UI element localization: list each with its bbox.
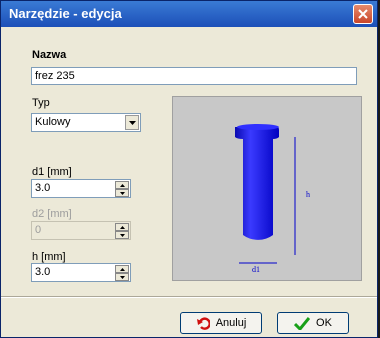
d1-input[interactable]: 3.0: [31, 179, 131, 198]
cancel-button[interactable]: Anuluj: [180, 312, 262, 334]
d2-input-value: 0: [35, 224, 42, 236]
ok-button[interactable]: OK: [277, 312, 349, 334]
close-button[interactable]: [353, 4, 373, 24]
triangle-up-icon: [119, 267, 125, 271]
tool-top: [237, 124, 279, 130]
type-select-value: Kulowy: [35, 116, 71, 128]
tool-preview-svg: h d1: [235, 124, 310, 274]
ok-label: OK: [316, 317, 332, 329]
name-input[interactable]: frez 235: [31, 67, 357, 85]
name-label: Nazwa: [32, 49, 67, 61]
spin-up-button: [115, 223, 129, 231]
title-bar[interactable]: Narzędzie - edycja: [1, 1, 377, 27]
type-label: Typ: [32, 97, 50, 109]
h-dimension-label: h: [306, 190, 310, 199]
d2-spinner: [115, 223, 129, 239]
type-select[interactable]: Kulowy: [31, 113, 141, 132]
cancel-label: Anuluj: [215, 317, 247, 329]
window-title: Narzędzie - edycja: [9, 6, 122, 21]
chevron-down-icon: [128, 120, 136, 125]
tool-shape: [235, 127, 279, 240]
d2-input: 0: [31, 221, 131, 240]
spin-down-button[interactable]: [115, 273, 129, 281]
h-input[interactable]: 3.0: [31, 263, 131, 282]
triangle-down-icon: [119, 191, 125, 195]
spin-up-button[interactable]: [115, 265, 129, 273]
d1-dimension-label: d1: [252, 265, 260, 274]
undo-icon: [196, 317, 210, 330]
name-input-value: frez 235: [35, 70, 75, 82]
spin-down-button: [115, 231, 129, 239]
dropdown-button[interactable]: [125, 115, 139, 130]
tool-edit-dialog: Narzędzie - edycja Nazwa frez 235 Typ Ku…: [0, 0, 378, 338]
h-label: h [mm]: [32, 251, 66, 263]
triangle-down-icon: [119, 233, 125, 237]
h-spinner[interactable]: [115, 265, 129, 281]
triangle-up-icon: [119, 225, 125, 229]
separator: [1, 296, 377, 298]
h-input-value: 3.0: [35, 266, 51, 278]
d1-spinner[interactable]: [115, 181, 129, 197]
d2-label: d2 [mm]: [32, 208, 72, 220]
tool-preview: h d1: [172, 96, 362, 281]
close-icon: [358, 9, 368, 19]
d1-input-value: 3.0: [35, 182, 51, 194]
d1-label: d1 [mm]: [32, 166, 72, 178]
check-icon: [294, 317, 311, 330]
triangle-down-icon: [119, 275, 125, 279]
spin-down-button[interactable]: [115, 189, 129, 197]
triangle-up-icon: [119, 183, 125, 187]
spin-up-button[interactable]: [115, 181, 129, 189]
